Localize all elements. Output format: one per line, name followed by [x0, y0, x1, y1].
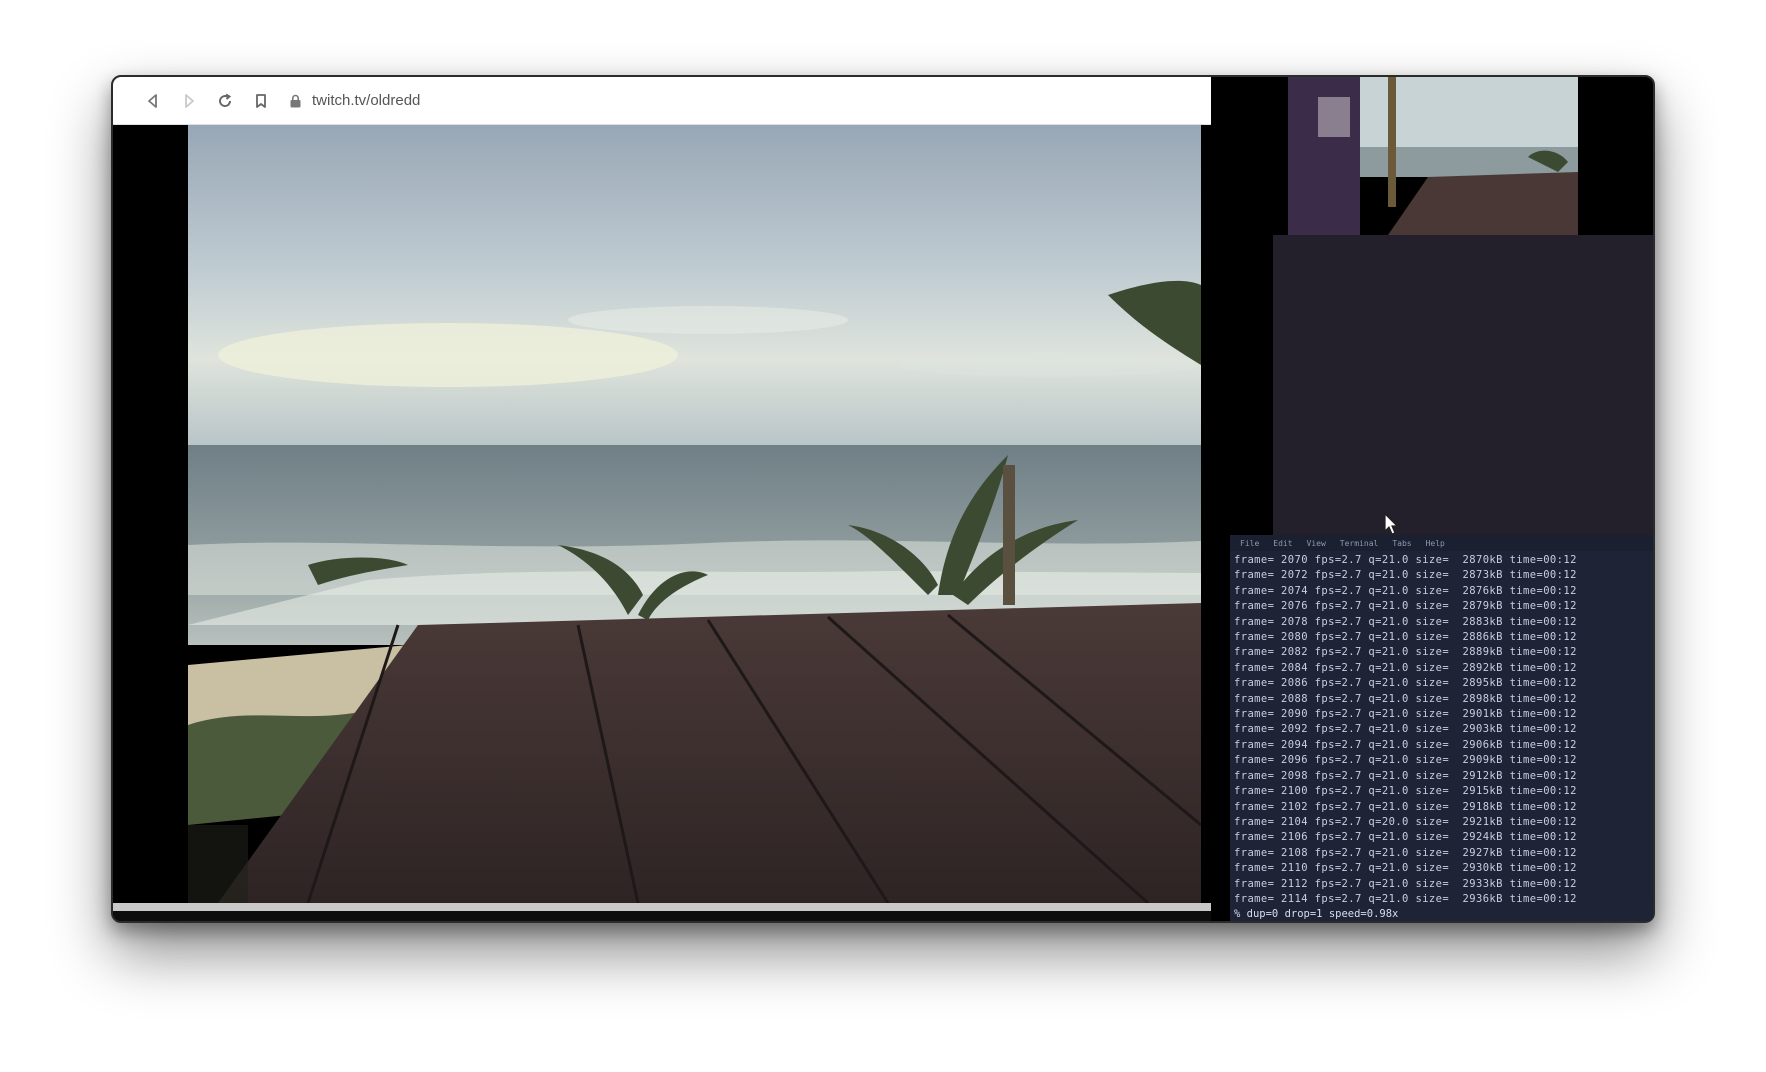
- terminal-line: frame= 2084 fps=2.7 q=21.0 size= 2892kB …: [1234, 661, 1577, 674]
- app-window: twitch.tv/oldredd File Edit View Termina…: [111, 75, 1655, 923]
- desktop-background: [1273, 235, 1653, 535]
- back-button[interactable]: [135, 86, 171, 116]
- player-progress-bar[interactable]: [113, 903, 1211, 911]
- menu-terminal[interactable]: Terminal: [1340, 539, 1379, 548]
- terminal-line: frame= 2090 fps=2.7 q=21.0 size= 2901kB …: [1234, 708, 1577, 721]
- address-bar[interactable]: twitch.tv/oldredd: [289, 92, 420, 109]
- terminal-line: frame= 2114 fps=2.7 q=21.0 size= 2936kB …: [1234, 892, 1577, 905]
- menu-help[interactable]: Help: [1426, 539, 1445, 548]
- terminal-line: frame= 2100 fps=2.7 q=21.0 size= 2915kB …: [1234, 785, 1577, 798]
- terminal-line: frame= 2070 fps=2.7 q=21.0 size= 2870kB …: [1234, 554, 1577, 566]
- bookmark-button[interactable]: [243, 86, 279, 116]
- beach-webcam-video[interactable]: [188, 125, 1201, 903]
- webcam-preview-thumbnail: [1288, 77, 1578, 235]
- terminal-line: frame= 2080 fps=2.7 q=21.0 size= 2886kB …: [1234, 631, 1577, 644]
- terminal-output: frame= 2070 fps=2.7 q=21.0 size= 2870kB …: [1230, 551, 1653, 907]
- stream-player[interactable]: [113, 125, 1211, 903]
- terminal-line: frame= 2098 fps=2.7 q=21.0 size= 2912kB …: [1234, 769, 1577, 782]
- terminal-window[interactable]: File Edit View Terminal Tabs Help frame=…: [1230, 535, 1653, 921]
- terminal-line: frame= 2086 fps=2.7 q=21.0 size= 2895kB …: [1234, 677, 1577, 690]
- browser-window: twitch.tv/oldredd: [113, 77, 1211, 921]
- bookmark-icon: [256, 93, 266, 108]
- reload-button[interactable]: [207, 86, 243, 116]
- back-icon: [148, 93, 157, 108]
- forward-button[interactable]: [171, 86, 207, 116]
- terminal-menu-bar: File Edit View Terminal Tabs Help: [1230, 535, 1653, 551]
- menu-file[interactable]: File: [1240, 539, 1259, 548]
- menu-edit[interactable]: Edit: [1273, 539, 1292, 548]
- terminal-line: frame= 2076 fps=2.7 q=21.0 size= 2879kB …: [1234, 600, 1577, 613]
- forward-icon: [185, 93, 194, 108]
- terminal-line: frame= 2096 fps=2.7 q=21.0 size= 2909kB …: [1234, 754, 1577, 767]
- terminal-line: frame= 2112 fps=2.7 q=21.0 size= 2933kB …: [1234, 877, 1577, 890]
- mouse-cursor-icon: [1384, 513, 1399, 535]
- lock-icon: [290, 94, 301, 107]
- terminal-line: frame= 2106 fps=2.7 q=21.0 size= 2924kB …: [1234, 831, 1577, 844]
- url-text: twitch.tv/oldredd: [312, 92, 421, 109]
- terminal-line: frame= 2088 fps=2.7 q=21.0 size= 2898kB …: [1234, 692, 1577, 705]
- terminal-line: frame= 2078 fps=2.7 q=21.0 size= 2883kB …: [1234, 615, 1577, 628]
- terminal-status-line: % dup=0 drop=1 speed=0.98x: [1234, 908, 1399, 921]
- terminal-line: frame= 2074 fps=2.7 q=21.0 size= 2876kB …: [1234, 584, 1577, 597]
- terminal-line: frame= 2094 fps=2.7 q=21.0 size= 2906kB …: [1234, 738, 1577, 751]
- menu-tabs[interactable]: Tabs: [1392, 539, 1411, 548]
- terminal-line: frame= 2072 fps=2.7 q=21.0 size= 2873kB …: [1234, 569, 1577, 582]
- terminal-line: frame= 2082 fps=2.7 q=21.0 size= 2889kB …: [1234, 646, 1577, 659]
- reload-icon: [219, 93, 232, 107]
- player-footer: [113, 911, 1211, 921]
- terminal-line: frame= 2104 fps=2.7 q=20.0 size= 2921kB …: [1234, 815, 1577, 828]
- browser-toolbar: twitch.tv/oldredd: [113, 77, 1211, 125]
- menu-view[interactable]: View: [1307, 539, 1326, 548]
- terminal-line: frame= 2102 fps=2.7 q=21.0 size= 2918kB …: [1234, 800, 1577, 813]
- terminal-line: frame= 2110 fps=2.7 q=21.0 size= 2930kB …: [1234, 862, 1577, 875]
- terminal-line: frame= 2108 fps=2.7 q=21.0 size= 2927kB …: [1234, 846, 1577, 859]
- terminal-line: frame= 2092 fps=2.7 q=21.0 size= 2903kB …: [1234, 723, 1577, 736]
